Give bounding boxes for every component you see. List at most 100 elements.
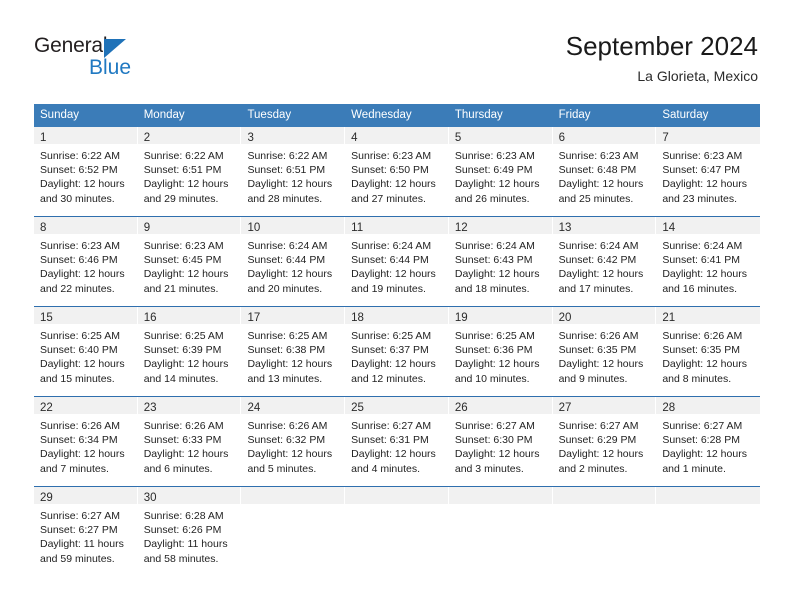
daylight-text-line2: and 29 minutes. — [143, 192, 219, 205]
day-number: 17 — [247, 312, 261, 324]
day-number-band: 1 — [34, 127, 138, 144]
day-cell-14[interactable]: 14 Sunrise: 6:24 AM Sunset: 6:41 PM Dayligh… — [656, 217, 761, 306]
daylight-text-line2: and 9 minutes. — [558, 372, 628, 385]
day-cell-3[interactable]: 3 Sunrise: 6:22 AM Sunset: 6:51 PM Daylight… — [241, 127, 346, 216]
day-number: 1 — [40, 132, 47, 144]
day-number-band: 14 — [656, 217, 761, 234]
day-cell-9[interactable]: 9 Sunrise: 6:23 AM Sunset: 6:45 PM Daylight… — [137, 217, 242, 306]
daylight-text-line2: and 21 minutes. — [143, 282, 219, 295]
logo-text-blue: Blue — [89, 56, 132, 79]
day-cell-17[interactable]: 17 Sunrise: 6:25 AM Sunset: 6:38 PM Dayligh… — [241, 307, 346, 396]
daylight-text-line2: and 27 minutes. — [351, 192, 426, 205]
sunrise-text: Sunrise: 6:23 AM — [454, 150, 535, 162]
day-cell-5[interactable]: 5 Sunrise: 6:23 AM Sunset: 6:49 PM Daylight… — [448, 127, 553, 216]
day-number: 18 — [351, 312, 364, 324]
sunrise-text: Sunrise: 6:27 AM — [40, 510, 120, 522]
day-number-band — [345, 487, 449, 504]
day-cell-30[interactable]: 30 Sunrise: 6:28 AM Sunset: 6:26 PM Dayligh… — [137, 487, 242, 576]
sunrise-text: Sunrise: 6:23 AM — [662, 150, 743, 162]
day-cell-25[interactable]: 25 Sunrise: 6:27 AM Sunset: 6:31 PM Dayligh… — [345, 397, 449, 486]
day-cell-12[interactable]: 12 Sunrise: 6:24 AM Sunset: 6:43 PM Dayligh… — [448, 217, 553, 306]
day-cell-28[interactable]: 28 Sunrise: 6:27 AM Sunset: 6:28 PM Dayligh… — [656, 397, 761, 486]
daylight-text-line1: Daylight: 12 hours — [454, 448, 540, 461]
daylight-text-line1: Daylight: 12 hours — [351, 268, 436, 281]
daylight-text-line1: Daylight: 12 hours — [351, 178, 436, 191]
sunrise-text: Sunrise: 6:26 AM — [40, 420, 120, 432]
day-cell-15[interactable]: 15 Sunrise: 6:25 AM Sunset: 6:40 PM Dayligh… — [34, 307, 138, 396]
day-number-band: 29 — [34, 487, 138, 504]
calendar-week-row: 1 Sunrise: 6:22 AM Sunset: 6:52 PM Daylight… — [34, 127, 761, 216]
day-cell-19[interactable]: 19 Sunrise: 6:25 AM Sunset: 6:36 PM Dayligh… — [448, 307, 553, 396]
sunset-text: Sunset: 6:40 PM — [40, 344, 118, 357]
day-details: Sunrise: 6:27 AM Sunset: 6:31 PM Daylight:… — [345, 414, 449, 476]
day-cell-13[interactable]: 13 Sunrise: 6:24 AM Sunset: 6:42 PM Dayligh… — [552, 217, 657, 306]
daylight-text-line1: Daylight: 11 hours — [40, 538, 124, 551]
day-details — [553, 504, 657, 509]
daylight-text-line2: and 26 minutes. — [454, 192, 530, 205]
day-cell-24[interactable]: 24 Sunrise: 6:26 AM Sunset: 6:32 PM Dayligh… — [241, 397, 346, 486]
sunset-text: Sunset: 6:51 PM — [247, 164, 326, 177]
day-number: 5 — [454, 132, 462, 144]
sunrise-text: Sunrise: 6:27 AM — [351, 420, 432, 432]
day-cell-21[interactable]: 21 Sunrise: 6:26 AM Sunset: 6:35 PM Dayligh… — [656, 307, 761, 396]
sunset-text: Sunset: 6:29 PM — [558, 434, 637, 447]
day-cell-11[interactable]: 11 Sunrise: 6:24 AM Sunset: 6:44 PM Dayligh… — [345, 217, 449, 306]
day-number-band: 21 — [656, 307, 761, 324]
day-details: Sunrise: 6:23 AM Sunset: 6:47 PM Daylight:… — [656, 144, 760, 206]
day-cell-4[interactable]: 4 Sunrise: 6:23 AM Sunset: 6:50 PM Daylight… — [345, 127, 449, 216]
day-cell-2[interactable]: 2 Sunrise: 6:22 AM Sunset: 6:51 PM Daylight… — [137, 127, 242, 216]
day-number: 23 — [143, 402, 157, 414]
day-number-band: 22 — [34, 397, 138, 414]
day-cell-16[interactable]: 16 Sunrise: 6:25 AM Sunset: 6:39 PM Dayligh… — [137, 307, 242, 396]
day-number-band — [656, 487, 761, 504]
day-cell-1[interactable]: 1 Sunrise: 6:22 AM Sunset: 6:52 PM Daylight… — [34, 127, 138, 216]
sunrise-text: Sunrise: 6:27 AM — [558, 420, 639, 432]
sunset-text: Sunset: 6:42 PM — [558, 254, 637, 267]
daylight-text-line2: and 22 minutes. — [40, 282, 115, 295]
day-number: 2 — [143, 132, 151, 144]
day-cell-8[interactable]: 8 Sunrise: 6:23 AM Sunset: 6:46 PM Daylight… — [34, 217, 138, 306]
logo-text-general: General — [34, 34, 108, 57]
calendar-week-row: 29 Sunrise: 6:27 AM Sunset: 6:27 PM Dayligh… — [34, 486, 761, 576]
day-number-band: 5 — [448, 127, 553, 144]
day-cell-7[interactable]: 7 Sunrise: 6:23 AM Sunset: 6:47 PM Daylight… — [656, 127, 761, 216]
day-cell-26[interactable]: 26 Sunrise: 6:27 AM Sunset: 6:30 PM Dayligh… — [448, 397, 553, 486]
day-details: Sunrise: 6:26 AM Sunset: 6:35 PM Daylight:… — [656, 324, 760, 386]
sunrise-text: Sunrise: 6:25 AM — [351, 330, 432, 342]
day-details: Sunrise: 6:27 AM Sunset: 6:27 PM Daylight:… — [34, 504, 138, 566]
day-number: 10 — [247, 222, 261, 234]
day-details: Sunrise: 6:22 AM Sunset: 6:52 PM Daylight:… — [34, 144, 138, 206]
daylight-text-line1: Daylight: 12 hours — [40, 358, 125, 371]
day-details: Sunrise: 6:26 AM Sunset: 6:32 PM Daylight:… — [241, 414, 345, 476]
sunset-text: Sunset: 6:28 PM — [662, 434, 740, 447]
sunrise-text: Sunrise: 6:23 AM — [40, 240, 120, 252]
daylight-text-line1: Daylight: 12 hours — [40, 448, 125, 461]
day-details: Sunrise: 6:23 AM Sunset: 6:49 PM Daylight:… — [449, 144, 553, 206]
day-cell-20[interactable]: 20 Sunrise: 6:26 AM Sunset: 6:35 PM Dayligh… — [552, 307, 657, 396]
day-number: 12 — [454, 222, 468, 234]
daylight-text-line1: Daylight: 12 hours — [247, 268, 333, 281]
day-number: 8 — [40, 222, 47, 234]
day-number: 21 — [662, 312, 676, 324]
day-number-band: 23 — [137, 397, 242, 414]
day-cell-22[interactable]: 22 Sunrise: 6:26 AM Sunset: 6:34 PM Dayligh… — [34, 397, 138, 486]
day-cell-29[interactable]: 29 Sunrise: 6:27 AM Sunset: 6:27 PM Dayligh… — [34, 487, 138, 576]
sunset-text: Sunset: 6:44 PM — [247, 254, 326, 267]
sunset-text: Sunset: 6:45 PM — [143, 254, 222, 267]
sunset-text: Sunset: 6:34 PM — [40, 434, 118, 447]
day-cell-10[interactable]: 10 Sunrise: 6:24 AM Sunset: 6:44 PM Dayligh… — [241, 217, 346, 306]
day-cell-27[interactable]: 27 Sunrise: 6:27 AM Sunset: 6:29 PM Dayligh… — [552, 397, 657, 486]
sunrise-text: Sunrise: 6:22 AM — [143, 150, 224, 162]
day-cell-18[interactable]: 18 Sunrise: 6:25 AM Sunset: 6:37 PM Dayligh… — [345, 307, 449, 396]
daylight-text-line1: Daylight: 12 hours — [454, 358, 540, 371]
day-number: 9 — [143, 222, 151, 234]
day-cell-6[interactable]: 6 Sunrise: 6:23 AM Sunset: 6:48 PM Daylight… — [552, 127, 657, 216]
daylight-text-line1: Daylight: 12 hours — [40, 178, 125, 191]
daylight-text-line2: and 30 minutes. — [40, 192, 115, 205]
sunset-text: Sunset: 6:35 PM — [662, 344, 740, 357]
day-cell-23[interactable]: 23 Sunrise: 6:26 AM Sunset: 6:33 PM Dayligh… — [137, 397, 242, 486]
day-number-band: 12 — [448, 217, 553, 234]
calendar-week-row: 22 Sunrise: 6:26 AM Sunset: 6:34 PM Dayligh… — [34, 396, 761, 486]
sunrise-text: Sunrise: 6:24 AM — [351, 240, 432, 252]
sunset-text: Sunset: 6:39 PM — [143, 344, 222, 357]
